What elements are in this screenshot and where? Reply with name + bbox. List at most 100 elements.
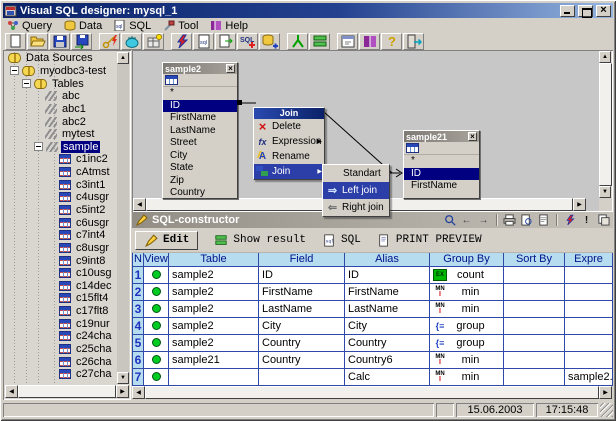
field-row[interactable]: City bbox=[163, 150, 237, 163]
field-row[interactable]: Street bbox=[163, 137, 237, 150]
tab-edit[interactable]: Edit bbox=[135, 231, 198, 250]
field-row[interactable]: * bbox=[404, 155, 479, 168]
properties-button[interactable] bbox=[337, 33, 358, 50]
tree-item-column[interactable]: c27cha bbox=[5, 368, 117, 381]
grid-horizontal-scrollbar[interactable] bbox=[132, 386, 612, 399]
submenu-item-right-join[interactable]: Right join bbox=[323, 199, 389, 216]
table-window-sample2[interactable]: sample2 × * ID FirstName LastName Street… bbox=[162, 62, 238, 199]
tree-item-column[interactable]: c10usg bbox=[5, 267, 117, 280]
tree-item-data-sources[interactable]: Data Sources bbox=[5, 52, 117, 65]
tree-horizontal-scrollbar[interactable] bbox=[5, 385, 129, 398]
tree-item-column[interactable]: c14dec bbox=[5, 280, 117, 293]
tree-item-column[interactable]: c15flt4 bbox=[5, 292, 117, 305]
tree-item-column[interactable]: cAtmst bbox=[5, 166, 117, 179]
join-mode-button[interactable] bbox=[287, 33, 308, 50]
field-row[interactable]: Country bbox=[163, 187, 237, 199]
tab-print-preview[interactable]: PRINT PREVIEW bbox=[377, 234, 482, 247]
new-button[interactable] bbox=[5, 33, 26, 50]
menu-item-join[interactable]: Join bbox=[254, 164, 324, 179]
tree-item-abc[interactable]: abc bbox=[5, 90, 117, 103]
reference-book-button[interactable] bbox=[359, 33, 380, 50]
add-sql-button[interactable]: SQL bbox=[237, 33, 258, 50]
field-row[interactable]: Zip bbox=[163, 175, 237, 188]
field-row[interactable]: * bbox=[163, 87, 237, 100]
close-button[interactable] bbox=[596, 5, 611, 17]
new-table-button[interactable] bbox=[143, 33, 164, 50]
col-alias[interactable]: Alias bbox=[345, 253, 430, 266]
tree-item-abc2[interactable]: abc2 bbox=[5, 115, 117, 128]
tab-sql[interactable]: sql SQL bbox=[322, 234, 361, 247]
tree-item-sample[interactable]: sample bbox=[5, 140, 117, 153]
scrollbar-thumb[interactable] bbox=[599, 63, 612, 186]
scroll-right-icon[interactable] bbox=[599, 386, 612, 399]
tree-item-column[interactable]: c6usgr bbox=[5, 216, 117, 229]
table-window-sample21[interactable]: sample21 × * ID FirstName bbox=[403, 130, 480, 199]
maximize-button[interactable] bbox=[578, 5, 593, 17]
tree-item-column[interactable]: c9int8 bbox=[5, 254, 117, 267]
field-row-selected[interactable]: ID bbox=[163, 100, 237, 113]
back-arrow-icon[interactable] bbox=[460, 214, 473, 226]
collapse-toggle[interactable] bbox=[22, 79, 31, 88]
submenu-item-left-join[interactable]: Left join bbox=[323, 182, 389, 199]
col-table[interactable]: Table bbox=[169, 253, 259, 266]
menu-item-delete[interactable]: Delete bbox=[254, 119, 324, 134]
result-list-button[interactable] bbox=[309, 33, 330, 50]
tree-vertical-scrollbar[interactable] bbox=[117, 52, 129, 384]
field-row[interactable]: FirstName bbox=[404, 180, 479, 193]
field-row[interactable]: LastName bbox=[163, 125, 237, 138]
col-field[interactable]: Field bbox=[259, 253, 345, 266]
resize-grip[interactable] bbox=[600, 403, 613, 417]
col-sort-by[interactable]: Sort By bbox=[504, 253, 565, 266]
tree-item-column[interactable]: c24cha bbox=[5, 330, 117, 343]
scrollbar-thumb[interactable] bbox=[18, 385, 116, 398]
col-n[interactable]: N bbox=[133, 253, 144, 266]
menu-query[interactable]: Query bbox=[7, 20, 52, 32]
menu-data[interactable]: Data bbox=[64, 20, 102, 32]
scroll-left-icon[interactable] bbox=[132, 386, 145, 399]
tree-item-mytest[interactable]: mytest bbox=[5, 128, 117, 141]
connect-db-button[interactable] bbox=[99, 33, 120, 50]
tree-item-column[interactable]: c8usgr bbox=[5, 242, 117, 255]
tree-item-column[interactable]: c25cha bbox=[5, 343, 117, 356]
menu-item-expression[interactable]: Expression bbox=[254, 134, 324, 149]
diagram-vertical-scrollbar[interactable] bbox=[599, 51, 612, 198]
scroll-left-icon[interactable] bbox=[5, 385, 18, 398]
tree-item-column[interactable]: c4usgr bbox=[5, 191, 117, 204]
scrollbar-thumb[interactable] bbox=[145, 386, 599, 399]
tree-item-column[interactable]: c3int1 bbox=[5, 178, 117, 191]
field-row[interactable]: State bbox=[163, 162, 237, 175]
close-icon[interactable]: × bbox=[226, 64, 235, 73]
refresh-db-button[interactable] bbox=[121, 33, 142, 50]
minimize-button[interactable] bbox=[560, 5, 575, 17]
close-icon[interactable]: × bbox=[468, 132, 477, 141]
scroll-up-icon[interactable] bbox=[117, 52, 129, 64]
menu-item-rename[interactable]: Rename bbox=[254, 149, 324, 164]
col-expression[interactable]: Expre bbox=[565, 253, 613, 266]
collapse-toggle[interactable] bbox=[34, 142, 43, 151]
collapse-toggle[interactable] bbox=[10, 66, 19, 75]
scroll-up-icon[interactable] bbox=[599, 51, 611, 63]
col-view[interactable]: View bbox=[144, 253, 169, 266]
scroll-down-icon[interactable] bbox=[599, 186, 611, 198]
forward-arrow-icon[interactable] bbox=[477, 214, 490, 226]
title-bar[interactable]: Visual SQL designer: mysql_1 bbox=[3, 3, 613, 18]
submenu-item-standart[interactable]: Standart bbox=[323, 165, 389, 182]
tree-item-column[interactable]: c17flt8 bbox=[5, 305, 117, 318]
tree-item-myodbc3-test[interactable]: myodbc3-test bbox=[5, 65, 117, 78]
tree-item-column[interactable]: c1inc2 bbox=[5, 153, 117, 166]
tab-show-result[interactable]: Show result bbox=[214, 234, 306, 247]
tree-item-abc1[interactable]: abc1 bbox=[5, 103, 117, 116]
menu-help[interactable]: Help bbox=[210, 20, 248, 32]
copy-icon[interactable] bbox=[597, 214, 610, 226]
execute-icon[interactable] bbox=[563, 214, 576, 226]
field-row-selected[interactable]: ID bbox=[404, 168, 479, 181]
col-group-by[interactable]: Group By bbox=[430, 253, 504, 266]
print-preview-icon[interactable] bbox=[520, 214, 533, 226]
scroll-right-icon[interactable] bbox=[573, 198, 586, 211]
stop-icon[interactable] bbox=[580, 214, 593, 226]
exit-button[interactable] bbox=[403, 33, 424, 50]
open-button[interactable] bbox=[27, 33, 48, 50]
tree-item-column[interactable]: c19nur bbox=[5, 317, 117, 330]
tree-item-column[interactable]: c7int4 bbox=[5, 229, 117, 242]
fit-icon[interactable] bbox=[443, 214, 456, 226]
